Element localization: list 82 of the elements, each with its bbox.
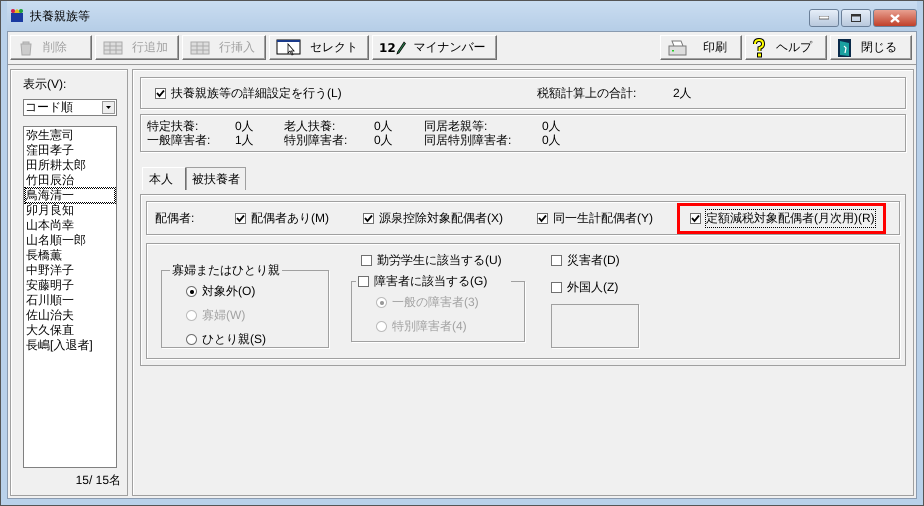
- tab[interactable]: 本人: [142, 167, 186, 190]
- list-item[interactable]: 田所耕太郎: [25, 158, 115, 173]
- radio-button[interactable]: [186, 286, 197, 297]
- radio-label: 寡婦(W): [202, 307, 246, 324]
- summary-value: 0人: [541, 119, 562, 133]
- checkbox-label: 勤労学生に該当する(U): [377, 252, 502, 269]
- radio-label: ひとり親(S): [202, 331, 266, 348]
- minimize-icon: [819, 16, 829, 20]
- total-label: 税額計算上の合計:: [537, 84, 638, 102]
- door-icon: [837, 38, 853, 58]
- summary-label: 一般障害者:: [147, 133, 212, 147]
- close-icon: [890, 14, 900, 22]
- app-icon: [9, 8, 25, 24]
- pen-icon: [396, 40, 406, 54]
- cursor-window-icon: [276, 39, 302, 56]
- sort-dropdown[interactable]: コード順: [23, 99, 117, 116]
- list-item[interactable]: 佐山治夫: [25, 308, 115, 323]
- checkbox-label: 災害者(D): [567, 252, 620, 269]
- list-item[interactable]: 大久保直: [25, 323, 115, 338]
- checkbox[interactable]: [537, 212, 548, 224]
- checkbox[interactable]: [358, 276, 369, 287]
- list-item[interactable]: 山名順一郎: [25, 233, 115, 248]
- list-item[interactable]: 山本尚幸: [25, 218, 115, 233]
- checkbox[interactable]: [363, 212, 374, 224]
- summary-label: 同居特別障害者:: [424, 133, 512, 147]
- window-title: 扶養親族等: [30, 8, 90, 24]
- summary-value: 0人: [541, 133, 562, 147]
- printer-icon: [667, 38, 689, 56]
- help-icon: [752, 38, 766, 58]
- summary-label: 老人扶養:: [284, 119, 336, 133]
- grid-icon: [102, 40, 124, 56]
- checkbox[interactable]: [361, 255, 372, 266]
- checkbox-label: 外国人(Z): [567, 279, 618, 296]
- toolbar-button[interactable]: 12 マイナンバー: [372, 35, 497, 60]
- summary-value: 0人: [234, 119, 255, 133]
- spouse-label: 配偶者:: [155, 210, 196, 226]
- list-item[interactable]: 長橋薫: [25, 248, 115, 263]
- checkbox[interactable]: [690, 212, 701, 224]
- maximize-button[interactable]: [841, 9, 871, 27]
- toolbar-button[interactable]: セレクト: [269, 35, 369, 60]
- list-item[interactable]: 弥生憲司: [25, 128, 115, 143]
- grid-icon: [189, 40, 211, 56]
- checkbox-label: 定額減税対象配偶者(月次用)(R): [706, 210, 875, 226]
- minimize-button[interactable]: [809, 9, 839, 27]
- list-item[interactable]: 石川順一: [25, 293, 115, 308]
- radio-label: 対象外(O): [202, 283, 256, 300]
- list-item[interactable]: 竹田辰治: [25, 173, 115, 188]
- list-item[interactable]: 卯月良知: [25, 203, 115, 218]
- checkbox-label: 配偶者あり(M): [251, 210, 329, 226]
- summary-value: 1人: [234, 133, 255, 147]
- checkbox-label: 扶養親族等の詳細設定を行う(L): [171, 84, 342, 102]
- group-title: 寡婦またはひとり親: [171, 262, 281, 279]
- list-item[interactable]: 安藤明子: [25, 278, 115, 293]
- checkbox[interactable]: [155, 88, 166, 98]
- summary-value: 0人: [373, 133, 394, 147]
- tab[interactable]: 被扶養者: [186, 167, 246, 190]
- radio-button[interactable]: [186, 334, 197, 345]
- view-label: 表示(V):: [23, 76, 68, 93]
- close-button[interactable]: [873, 9, 917, 27]
- toolbar-button[interactable]: ヘルプ: [745, 35, 827, 60]
- record-count: 15/ 15名: [76, 472, 121, 489]
- checkbox[interactable]: [235, 212, 246, 224]
- list-item[interactable]: 長嶋[入退者]: [25, 338, 115, 353]
- checkbox-label: 同一生計配偶者(Y): [553, 210, 653, 226]
- radio-label: 一般の障害者(3): [392, 294, 479, 311]
- summary-label: 同居老親等:: [424, 119, 488, 133]
- checkbox[interactable]: [551, 282, 562, 293]
- toolbar-button[interactable]: 閉じる: [830, 35, 912, 60]
- checkbox[interactable]: [551, 255, 562, 266]
- total-value: 2人: [673, 84, 692, 102]
- toolbar-button[interactable]: 印刷: [660, 35, 742, 60]
- list-item[interactable]: 中野洋子: [25, 263, 115, 278]
- radio-label: 特別障害者(4): [392, 318, 467, 335]
- maximize-icon: [851, 14, 861, 22]
- list-item[interactable]: 窪田孝子: [25, 143, 115, 158]
- list-item[interactable]: 鳥海清一: [25, 188, 115, 203]
- checkbox-label: 源泉控除対象配偶者(X): [379, 210, 503, 226]
- summary-value: 0人: [373, 119, 394, 133]
- summary-label: 特定扶養:: [147, 119, 200, 133]
- caret-icon: [106, 106, 111, 109]
- summary-label: 特別障害者:: [284, 133, 348, 147]
- checkbox-label: 障害者に該当する(G): [374, 273, 488, 290]
